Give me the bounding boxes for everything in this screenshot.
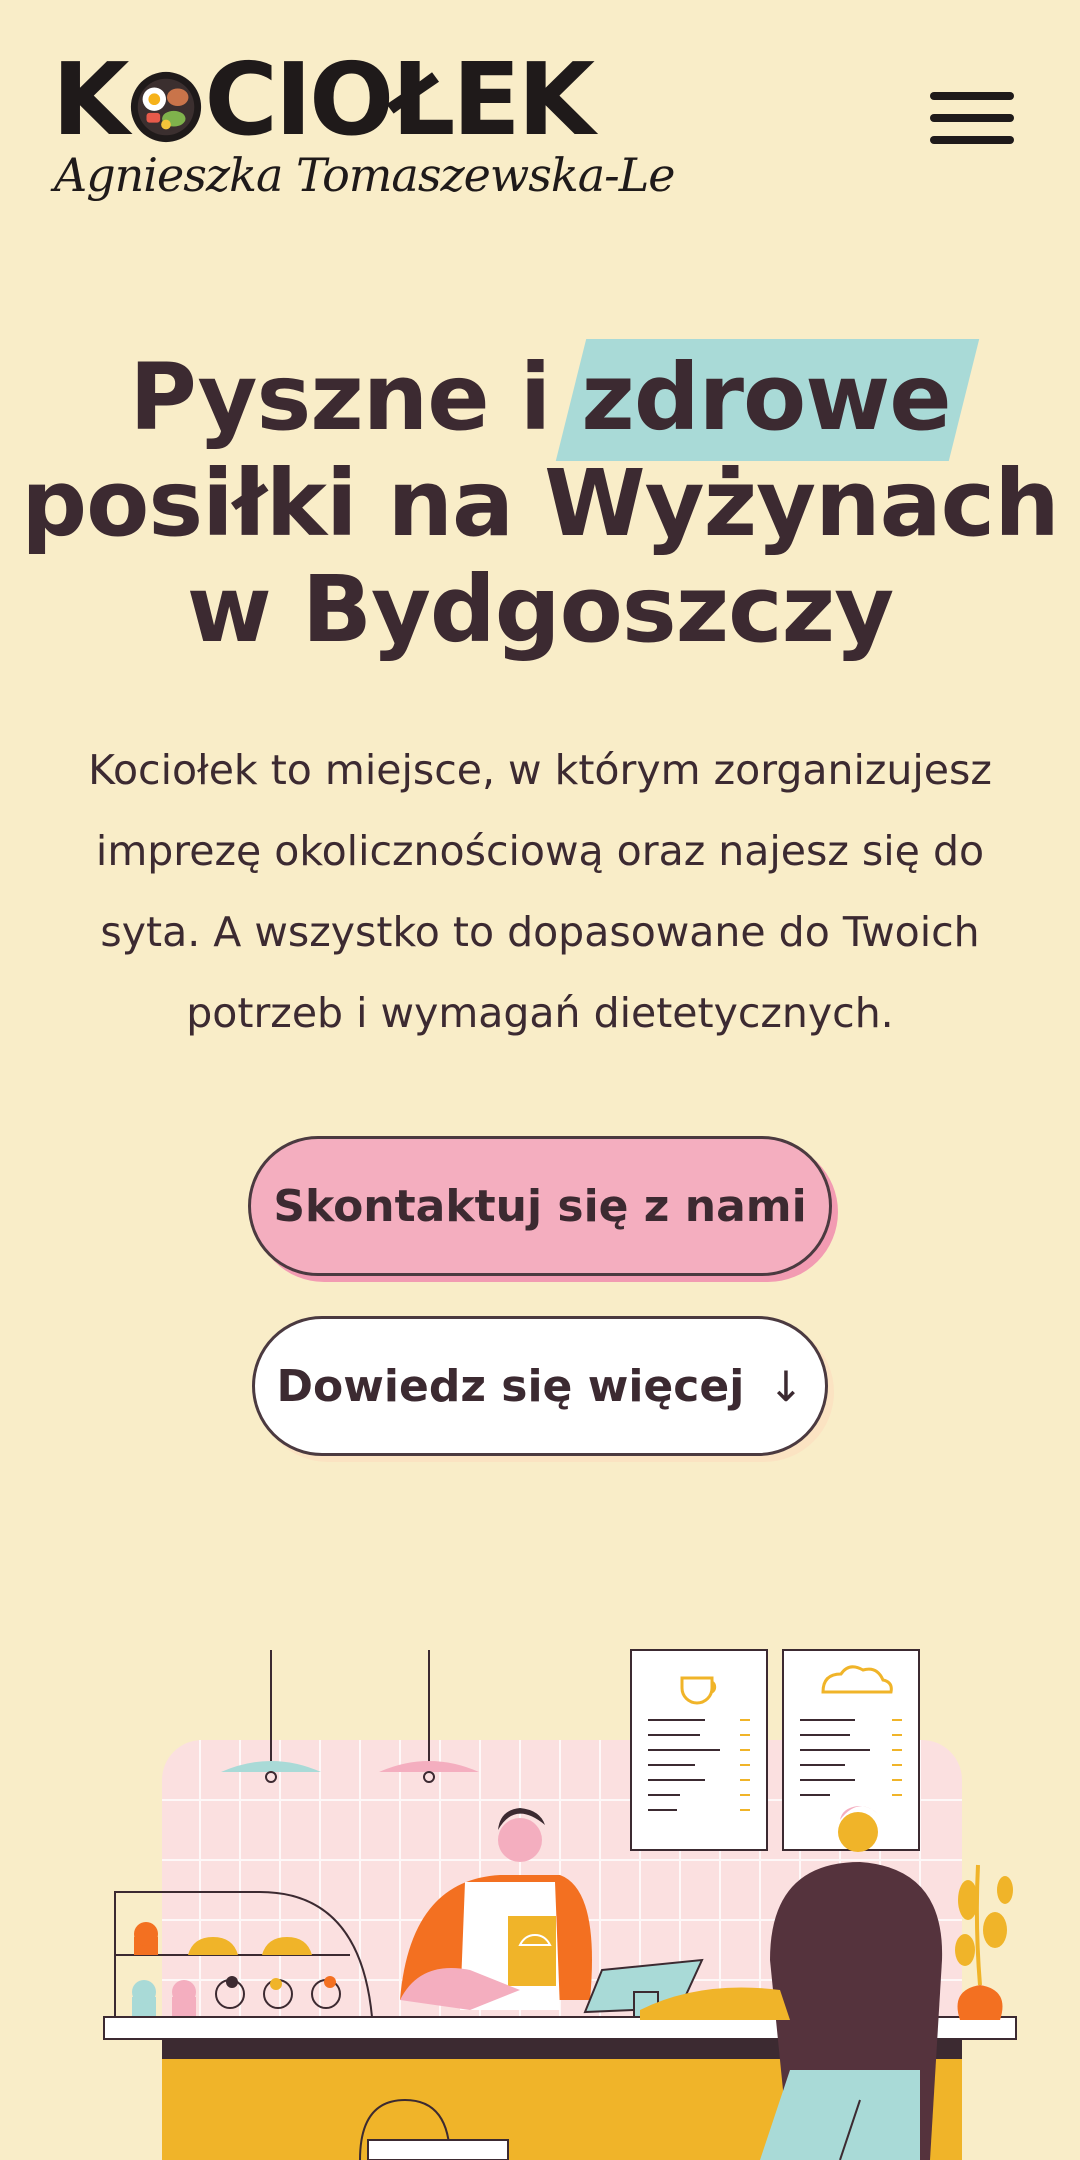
arrow-down-icon: ↓ xyxy=(768,1361,804,1411)
frying-pan-icon xyxy=(130,71,201,142)
logo-wordmark: K CIOŁEK xyxy=(52,50,595,150)
cafe-illustration xyxy=(103,1649,1017,2160)
menu-board xyxy=(630,1649,768,1851)
logo-letters-rest: CIOŁEK xyxy=(204,41,596,158)
logo-letter-k: K xyxy=(52,41,129,158)
logo-subtitle: Agnieszka Tomaszewska-Le xyxy=(54,148,676,202)
hero-title: Pyszne i zdrowe posiłki na Wyżynach w By… xyxy=(0,345,1080,663)
logo[interactable]: K CIOŁEK Agnieszka Tomaszewska-Le xyxy=(52,50,676,210)
hero-title-line3: w Bydgoszczy xyxy=(186,556,894,663)
plant-icon xyxy=(955,1864,1013,2020)
site-header: K CIOŁEK Agnieszka Tomaszewska-Le xyxy=(0,0,1080,230)
menu-line xyxy=(930,92,1014,100)
hero-title-highlight: zdrowe xyxy=(581,344,951,451)
learn-more-button[interactable]: Dowiedz się więcej ↓ xyxy=(252,1316,828,1456)
contact-button-label: Skontaktuj się z nami xyxy=(273,1180,807,1232)
menu-line xyxy=(930,136,1014,144)
hero-title-part1: Pyszne i xyxy=(129,344,582,451)
hero-description: Kociołek to miejsce, w którym zorganizuj… xyxy=(88,746,992,1037)
hero-title-line2: posiłki na Wyżynach xyxy=(21,450,1059,557)
hamburger-icon[interactable] xyxy=(930,92,1014,160)
learn-more-button-label: Dowiedz się więcej xyxy=(276,1360,745,1412)
menu-line xyxy=(930,114,1014,122)
contact-button[interactable]: Skontaktuj się z nami xyxy=(248,1136,832,1276)
